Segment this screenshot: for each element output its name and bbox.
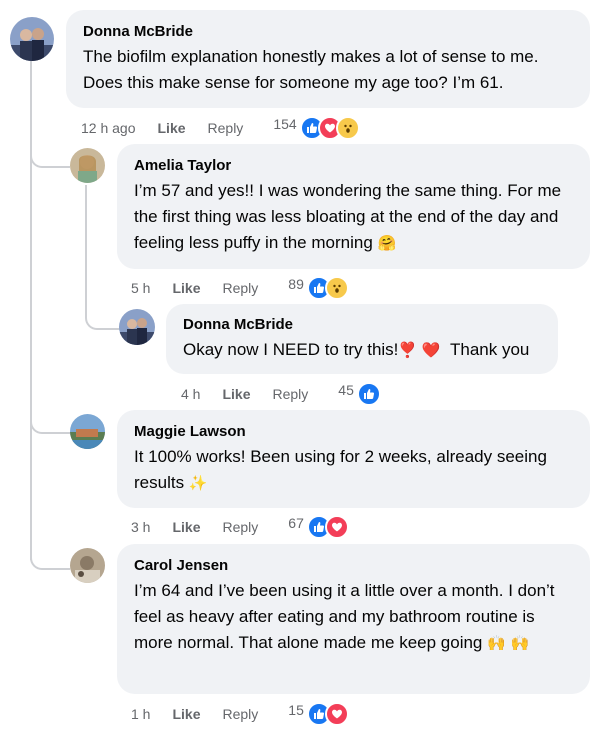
reply-button[interactable]: Reply xyxy=(272,386,308,402)
comment-actions: 12 h ago Like Reply 154 xyxy=(81,116,360,140)
reply-button[interactable]: Reply xyxy=(222,280,258,296)
like-button[interactable]: Like xyxy=(172,280,200,296)
comment-bubble: Donna McBride Okay now I NEED to try thi… xyxy=(166,304,558,374)
like-button[interactable]: Like xyxy=(222,386,250,402)
wow-icon xyxy=(324,276,349,300)
hugging-face-emoji: 🤗 xyxy=(377,234,397,252)
reaction-icons[interactable] xyxy=(356,382,381,406)
reaction-count[interactable]: 89 xyxy=(288,276,304,292)
love-icon xyxy=(324,702,349,726)
comment-author[interactable]: Maggie Lawson xyxy=(134,422,576,442)
comment-actions: 3 h Like Reply 67 xyxy=(131,515,349,539)
like-button[interactable]: Like xyxy=(172,706,200,722)
comment-text-end: Thank you xyxy=(449,340,530,359)
avatar[interactable] xyxy=(70,148,105,183)
reply-button[interactable]: Reply xyxy=(222,706,258,722)
comment-text: I’m 57 and yes!! I was wondering the sam… xyxy=(134,181,566,252)
comment-bubble: Donna McBride The biofilm explanation ho… xyxy=(66,10,590,108)
comment-text: The biofilm explanation honestly makes a… xyxy=(83,47,544,92)
reaction-count[interactable]: 154 xyxy=(273,116,296,132)
avatar[interactable] xyxy=(70,548,105,583)
reaction-icons[interactable] xyxy=(306,276,349,300)
reaction-count[interactable]: 45 xyxy=(338,382,354,398)
comment-actions: 5 h Like Reply 89 xyxy=(131,276,349,300)
comment-text: Okay now I NEED to try this! xyxy=(183,340,399,359)
comment-author[interactable]: Carol Jensen xyxy=(134,556,576,576)
raising-hands-emoji: 🙌 🙌 xyxy=(487,634,530,652)
avatar[interactable] xyxy=(10,17,54,61)
reply-connector xyxy=(30,140,70,168)
wow-icon xyxy=(335,116,360,140)
reply-button[interactable]: Reply xyxy=(222,519,258,535)
comment-timestamp[interactable]: 1 h xyxy=(131,706,150,722)
thread-line-main xyxy=(30,60,32,560)
comment-author[interactable]: Amelia Taylor xyxy=(134,156,576,176)
comment-author[interactable]: Donna McBride xyxy=(183,315,544,335)
comment-author[interactable]: Donna McBride xyxy=(83,22,576,42)
love-icon xyxy=(324,515,349,539)
comment-actions: 1 h Like Reply 15 xyxy=(131,702,349,726)
heart-emoji: ❣️ ❤️ xyxy=(398,341,441,359)
reply-button[interactable]: Reply xyxy=(208,120,244,136)
like-icon xyxy=(356,382,381,406)
comment-timestamp[interactable]: 3 h xyxy=(131,519,150,535)
reaction-icons[interactable] xyxy=(306,702,349,726)
comment-bubble: Maggie Lawson It 100% works! Been using … xyxy=(117,410,590,508)
comment-timestamp[interactable]: 12 h ago xyxy=(81,120,136,136)
like-button[interactable]: Like xyxy=(158,120,186,136)
comment-bubble: Amelia Taylor I’m 57 and yes!! I was won… xyxy=(117,144,590,269)
comment-actions: 4 h Like Reply 45 xyxy=(181,382,381,406)
reaction-count[interactable]: 67 xyxy=(288,515,304,531)
like-button[interactable]: Like xyxy=(172,519,200,535)
reply-connector xyxy=(30,540,70,570)
comment-timestamp[interactable]: 5 h xyxy=(131,280,150,296)
avatar[interactable] xyxy=(70,414,105,449)
reaction-icons[interactable] xyxy=(299,116,360,140)
sparkles-emoji: ✨ xyxy=(188,474,208,492)
thread-line-nested xyxy=(85,185,87,295)
reaction-icons[interactable] xyxy=(306,515,349,539)
reply-connector xyxy=(30,400,70,434)
reply-connector xyxy=(85,290,121,330)
comment-bubble: Carol Jensen I’m 64 and I’ve been using … xyxy=(117,544,590,694)
avatar[interactable] xyxy=(119,309,155,345)
reaction-count[interactable]: 15 xyxy=(288,702,304,718)
comment-timestamp[interactable]: 4 h xyxy=(181,386,200,402)
